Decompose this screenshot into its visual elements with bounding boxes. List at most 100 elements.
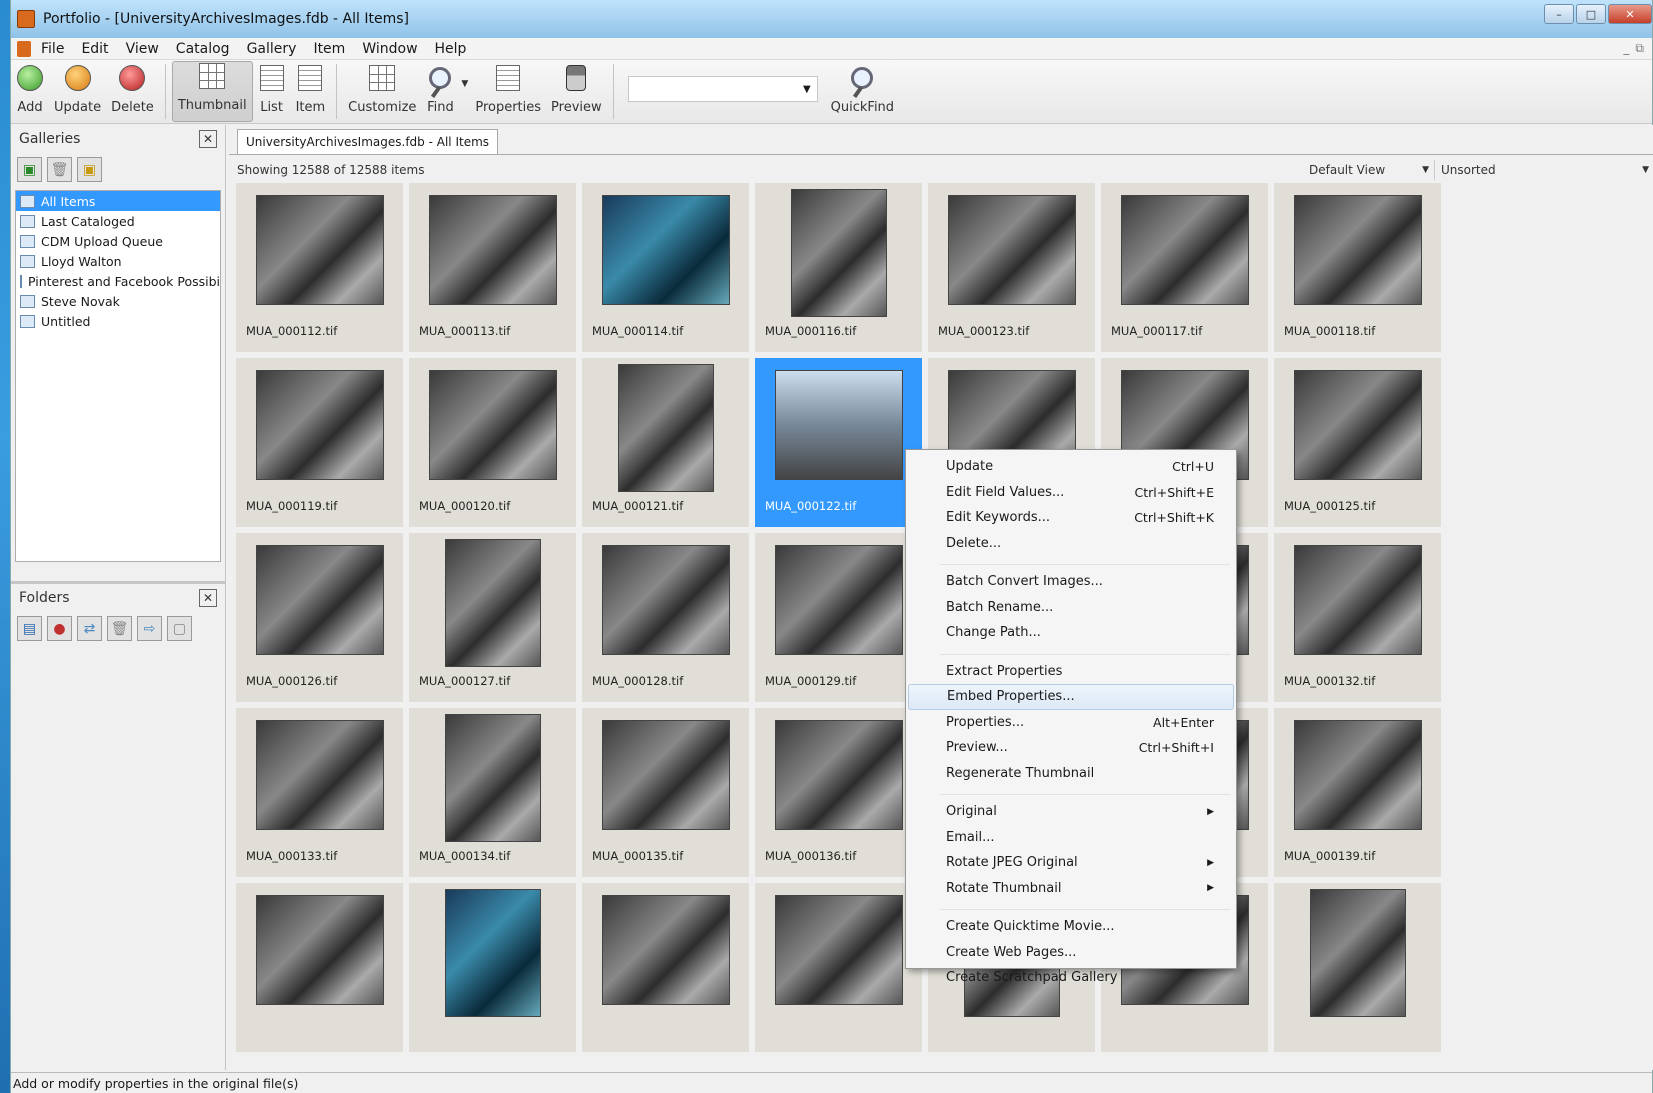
thumbnail-cell[interactable]: MUA_000121.tif (582, 358, 749, 527)
thumbnail-image[interactable] (602, 545, 730, 655)
thumbnail-image[interactable] (429, 195, 557, 305)
find-button[interactable]: Find (421, 60, 459, 123)
thumbnail-image[interactable] (1121, 195, 1249, 305)
quickfind-button[interactable]: QuickFind (826, 60, 899, 123)
folder-sync-icon[interactable]: ⇄ (77, 616, 102, 641)
folder-remove-icon[interactable]: ● (47, 616, 72, 641)
update-button[interactable]: Update (49, 60, 106, 123)
thumbnail-image[interactable] (445, 539, 541, 667)
thumbnail-image[interactable] (445, 714, 541, 842)
delete-gallery-icon[interactable]: 🗑 (47, 157, 72, 182)
mdi-restore-icon[interactable]: ⧉ (1635, 41, 1644, 56)
preview-button[interactable]: Preview (546, 60, 607, 123)
tab-catalog[interactable]: UniversityArchivesImages.fdb - All Items (237, 129, 499, 154)
thumbnail-cell[interactable]: MUA_000128.tif (582, 533, 749, 702)
gallery-item-pinterest[interactable]: Pinterest and Facebook Possibi (16, 271, 220, 291)
properties-button[interactable]: Properties (470, 60, 546, 123)
customize-button[interactable]: Customize (343, 60, 421, 123)
thumbnail-image[interactable] (602, 720, 730, 830)
thumbnail-cell[interactable]: MUA_000132.tif (1274, 533, 1441, 702)
menu-item-embed-properties[interactable]: Embed Properties... (908, 684, 1234, 710)
thumbnail-image[interactable] (256, 370, 384, 480)
thumbnail-image[interactable] (775, 895, 903, 1005)
sort-select[interactable]: Unsorted ▼ (1434, 160, 1653, 180)
gallery-item-cdm-upload-queue[interactable]: CDM Upload Queue (16, 231, 220, 251)
menu-item-rotate-jpeg-original[interactable]: Rotate JPEG Original ▶ (908, 850, 1234, 876)
thumbnail-cell[interactable] (1274, 883, 1441, 1052)
thumbnail-image[interactable] (256, 195, 384, 305)
menu-file[interactable]: File (41, 41, 64, 57)
thumbnail-cell[interactable]: MUA_000123.tif (928, 183, 1095, 352)
thumbnail-image[interactable] (775, 720, 903, 830)
menu-item-extract-properties[interactable]: Extract Properties (908, 659, 1234, 685)
thumbnail-cell[interactable]: MUA_000135.tif (582, 708, 749, 877)
thumbnail-cell[interactable]: MUA_000113.tif (409, 183, 576, 352)
maximize-button[interactable]: □ (1576, 4, 1606, 24)
thumbnail-image[interactable] (256, 545, 384, 655)
chevron-down-icon[interactable]: ▼ (803, 84, 811, 95)
delete-button[interactable]: Delete (106, 60, 159, 123)
thumbnail-cell[interactable]: MUA_000129.tif (755, 533, 922, 702)
gallery-item-lloyd-walton[interactable]: Lloyd Walton (16, 251, 220, 271)
menu-help[interactable]: Help (435, 41, 467, 57)
edit-gallery-icon[interactable]: ▣ (77, 157, 102, 182)
thumbnail-image[interactable] (256, 895, 384, 1005)
thumbnail-cell[interactable]: MUA_000120.tif (409, 358, 576, 527)
menu-item-properties[interactable]: Properties... Alt+Enter (908, 710, 1234, 736)
find-dropdown-arrow[interactable]: ▼ (459, 60, 470, 123)
thumbnail-cell[interactable]: MUA_000136.tif (755, 708, 922, 877)
thumbnail-view-button[interactable]: Thumbnail (171, 61, 253, 122)
menu-view[interactable]: View (126, 41, 159, 57)
menu-item-original[interactable]: Original ▶ (908, 799, 1234, 825)
thumbnail-cell[interactable]: MUA_000118.tif (1274, 183, 1441, 352)
menu-item-batch-rename[interactable]: Batch Rename... (908, 595, 1234, 621)
menu-window[interactable]: Window (362, 41, 417, 57)
view-select[interactable]: Default View ▼ (1309, 160, 1429, 180)
thumbnail-image[interactable] (1310, 889, 1406, 1017)
thumbnail-image[interactable] (775, 370, 903, 480)
thumbnail-cell[interactable]: MUA_000126.tif (236, 533, 403, 702)
thumbnail-image[interactable] (602, 895, 730, 1005)
thumbnail-cell[interactable] (755, 883, 922, 1052)
thumbnail-cell[interactable] (236, 883, 403, 1052)
gallery-item-last-cataloged[interactable]: Last Cataloged (16, 211, 220, 231)
minimize-button[interactable]: – (1544, 4, 1574, 24)
thumbnail-image[interactable] (1294, 545, 1422, 655)
menu-item-create-web-pages[interactable]: Create Web Pages... (908, 940, 1234, 966)
thumbnail-image[interactable] (445, 889, 541, 1017)
close-icon[interactable]: ✕ (199, 589, 217, 607)
item-view-button[interactable]: Item (291, 60, 331, 123)
list-view-button[interactable]: List (253, 60, 291, 123)
menu-gallery[interactable]: Gallery (247, 41, 297, 57)
thumbnail-image[interactable] (1294, 720, 1422, 830)
thumbnail-image[interactable] (775, 545, 903, 655)
menu-item[interactable]: Item (313, 41, 345, 57)
thumbnail-image[interactable] (618, 364, 714, 492)
menu-catalog[interactable]: Catalog (176, 41, 230, 57)
thumbnail-cell[interactable]: MUA_000116.tif (755, 183, 922, 352)
folder-delete-icon[interactable]: 🗑 (107, 616, 132, 641)
add-button[interactable]: Add (11, 60, 49, 123)
thumbnail-cell[interactable] (409, 883, 576, 1052)
gallery-item-untitled[interactable]: Untitled (16, 311, 220, 331)
thumbnail-cell[interactable]: MUA_000122.tif (755, 358, 922, 527)
thumbnail-image[interactable] (948, 195, 1076, 305)
thumbnail-cell[interactable]: MUA_000134.tif (409, 708, 576, 877)
thumbnail-cell[interactable]: MUA_000119.tif (236, 358, 403, 527)
folder-move-icon[interactable]: ⇨ (137, 616, 162, 641)
thumbnail-image[interactable] (1294, 195, 1422, 305)
menu-item-rotate-thumbnail[interactable]: Rotate Thumbnail ▶ (908, 876, 1234, 902)
thumbnail-image[interactable] (791, 189, 887, 317)
thumbnail-image[interactable] (256, 720, 384, 830)
menu-item-update[interactable]: Update Ctrl+U (908, 454, 1234, 480)
thumbnail-cell[interactable]: MUA_000117.tif (1101, 183, 1268, 352)
menu-item-delete[interactable]: Delete... (908, 531, 1234, 557)
thumbnail-cell[interactable]: MUA_000112.tif (236, 183, 403, 352)
mdi-minimize-icon[interactable]: _ (1623, 41, 1629, 56)
thumbnail-cell[interactable]: MUA_000139.tif (1274, 708, 1441, 877)
menu-item-edit-keywords[interactable]: Edit Keywords... Ctrl+Shift+K (908, 505, 1234, 531)
thumbnail-cell[interactable]: MUA_000125.tif (1274, 358, 1441, 527)
thumbnail-image[interactable] (602, 195, 730, 305)
menu-item-batch-convert[interactable]: Batch Convert Images... (908, 569, 1234, 595)
folder-add-icon[interactable]: ▤ (17, 616, 42, 641)
